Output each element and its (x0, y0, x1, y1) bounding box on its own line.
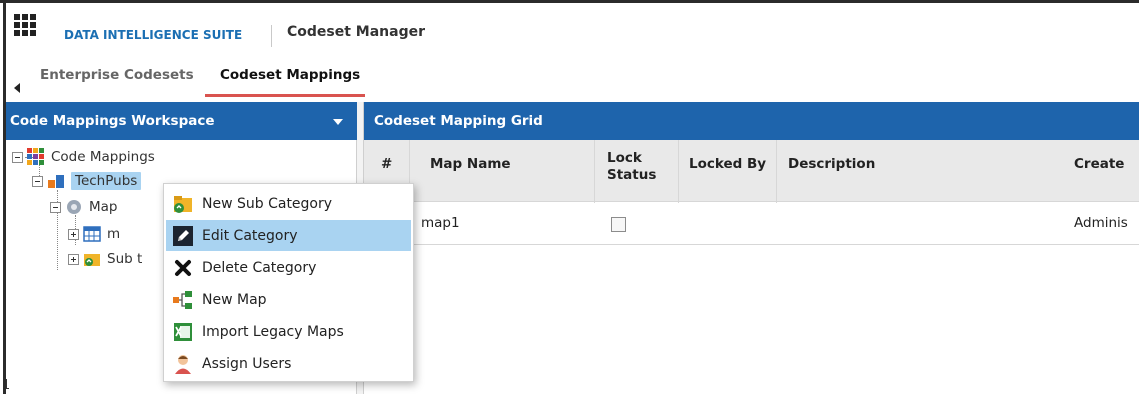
tree-node-label: Code Mappings (51, 149, 155, 165)
menu-item-assign-users[interactable]: Assign Users (164, 348, 413, 379)
tree-node-techpubs[interactable]: TechPubs (32, 172, 142, 190)
map-folder-icon (65, 198, 83, 216)
menu-item-label: Edit Category (202, 227, 298, 244)
new-map-icon (172, 289, 194, 311)
tree-node-map[interactable]: Map (50, 198, 118, 216)
tree-node-label: TechPubs (71, 172, 142, 190)
context-menu: New Sub Category Edit Category Delete Ca… (163, 183, 414, 382)
workspace-dropdown-icon[interactable] (333, 119, 343, 125)
column-header-number[interactable]: # (381, 156, 392, 173)
active-tab-indicator (205, 94, 365, 97)
table-row[interactable]: map1 Adminis (364, 203, 1139, 245)
edit-icon (172, 225, 194, 247)
tree-node-label: Sub t (107, 251, 143, 267)
column-header-description[interactable]: Description (788, 156, 875, 173)
grid-title: Codeset Mapping Grid (374, 113, 543, 129)
header-divider (271, 25, 272, 47)
new-sub-category-icon (172, 193, 194, 215)
import-excel-icon (172, 321, 194, 343)
lock-status-checkbox[interactable] (611, 217, 626, 232)
tab-codeset-mappings[interactable]: Codeset Mappings (220, 67, 360, 83)
menu-item-label: Assign Users (202, 355, 292, 372)
workspace-title: Code Mappings Workspace (10, 113, 215, 129)
cell-created-by: Adminis (1074, 215, 1128, 231)
code-mappings-icon (27, 148, 45, 166)
menu-item-label: New Map (202, 291, 267, 308)
menu-item-label: Delete Category (202, 259, 317, 276)
resize-marker (6, 379, 9, 389)
delete-icon (172, 257, 194, 279)
app-title: Codeset Manager (287, 24, 426, 40)
collapse-icon[interactable] (32, 175, 43, 187)
menu-item-delete-category[interactable]: Delete Category (164, 252, 413, 283)
column-header-locked-by[interactable]: Locked By (689, 156, 766, 173)
lock-status-line2: Status (607, 167, 657, 183)
menu-item-import-legacy-maps[interactable]: Import Legacy Maps (164, 316, 413, 347)
tree-node-code-mappings[interactable]: Code Mappings (12, 148, 155, 166)
expand-icon[interactable] (68, 253, 79, 265)
cell-map-name[interactable]: map1 (421, 215, 460, 231)
grid-column-header-row: # Map Name Lock Status Locked By Descrip… (364, 140, 1139, 202)
menu-item-label: New Sub Category (202, 195, 333, 212)
tree-node-sub[interactable]: Sub t (68, 250, 142, 268)
lock-status-line1: Lock (607, 150, 642, 166)
menu-item-new-sub-category[interactable]: New Sub Category (164, 188, 413, 219)
column-header-lock-status[interactable]: Lock Status (607, 150, 656, 184)
column-header-map-name[interactable]: Map Name (430, 156, 511, 173)
workspace-header: Code Mappings Workspace (6, 102, 357, 140)
grid-header: Codeset Mapping Grid (364, 102, 1139, 140)
menu-item-new-map[interactable]: New Map (164, 284, 413, 315)
app-header: DATA INTELLIGENCE SUITE Codeset Manager (6, 3, 1139, 61)
expand-icon[interactable] (68, 228, 79, 240)
suite-name[interactable]: DATA INTELLIGENCE SUITE (64, 28, 242, 42)
column-header-created[interactable]: Create (1074, 156, 1124, 173)
category-icon (47, 172, 65, 190)
collapse-left-icon[interactable] (14, 83, 20, 93)
tree-node-label: Map (89, 199, 118, 215)
table-icon (83, 225, 101, 243)
collapse-icon[interactable] (50, 201, 61, 213)
sub-category-icon (83, 250, 101, 268)
user-icon (172, 353, 194, 375)
tree-node-m[interactable]: m (68, 225, 120, 243)
collapse-icon[interactable] (12, 151, 23, 163)
app-launcher-icon[interactable] (14, 14, 36, 36)
menu-item-edit-category[interactable]: Edit Category (166, 220, 411, 251)
tab-enterprise-codesets[interactable]: Enterprise Codesets (40, 67, 194, 83)
menu-item-label: Import Legacy Maps (202, 323, 344, 340)
tree-node-label: m (107, 226, 121, 242)
